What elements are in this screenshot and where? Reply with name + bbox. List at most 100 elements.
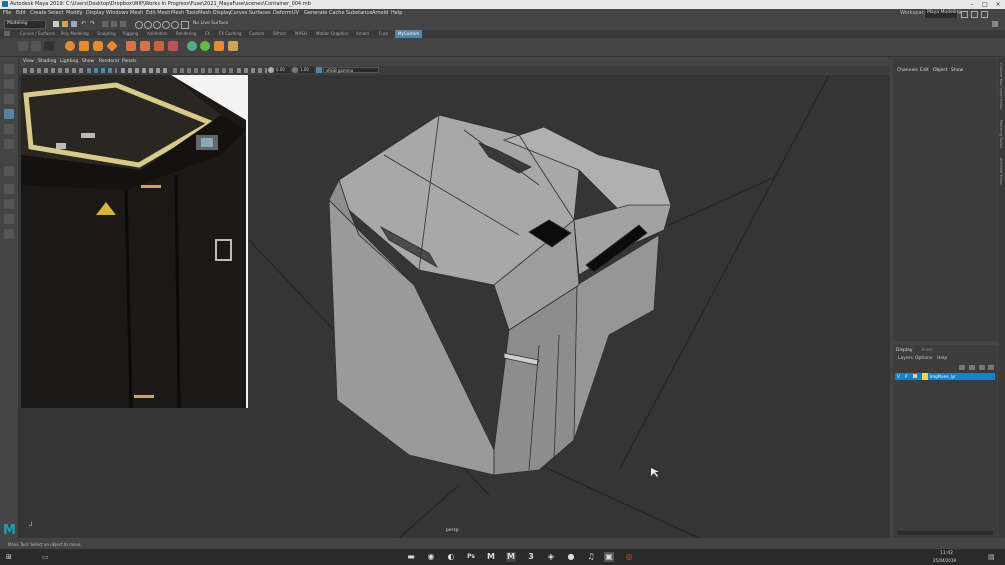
headset-icon[interactable]: ♫ (586, 552, 596, 562)
menu-substance[interactable]: Substance (346, 10, 372, 16)
open-scene-icon[interactable] (62, 21, 68, 27)
shelf-tab-fx[interactable]: FX (205, 31, 210, 36)
channel-menu-object[interactable]: Object (933, 68, 948, 73)
new-layer-icon[interactable] (979, 365, 985, 370)
snap-grid-icon[interactable] (135, 21, 143, 29)
smooth-icon[interactable] (187, 41, 197, 51)
layer-menu-layers[interactable]: Layers (898, 356, 913, 361)
history-icon[interactable] (181, 21, 189, 29)
menu-edit[interactable]: Edit (16, 10, 26, 16)
obs-icon[interactable]: ◎ (624, 552, 634, 562)
mode-dropdown[interactable]: Modeling (4, 20, 46, 29)
shelf-tab-fx-caching[interactable]: FX Caching (219, 31, 241, 36)
maximize-icon[interactable]: □ (979, 0, 991, 9)
layer-playback-toggle[interactable]: P (905, 374, 907, 379)
menu-arnold[interactable]: Arnold (372, 10, 388, 16)
menu-curves[interactable]: Curves (230, 10, 247, 16)
shelf-tab-animation[interactable]: Animation (147, 31, 167, 36)
poly-cone-icon[interactable] (106, 40, 118, 52)
boolean-icon[interactable] (168, 41, 178, 51)
shading-mode-icons[interactable] (121, 68, 169, 73)
paint-select-icon[interactable] (4, 94, 14, 104)
four-view-icon[interactable] (4, 199, 14, 209)
single-view-icon[interactable] (4, 184, 14, 194)
menu-cache[interactable]: Cache (329, 10, 345, 16)
photoshop-icon[interactable]: Ps (466, 552, 476, 562)
redo-icon[interactable]: ↷ (90, 21, 96, 27)
panel-menu-renderer[interactable]: Renderer (99, 59, 120, 64)
snap-point-icon[interactable] (153, 21, 161, 29)
substance-icon[interactable]: ◈ (546, 552, 556, 562)
close-icon[interactable]: × (992, 0, 1004, 9)
isolate-icons[interactable] (237, 68, 267, 73)
color-management-icon[interactable] (316, 67, 322, 73)
shelf-tab-fuse[interactable]: Fuse (379, 31, 388, 36)
layer-row[interactable]: V P ImgPlane_lyr (895, 373, 995, 380)
snap-surface-icon[interactable] (171, 21, 179, 29)
layer-tab-display[interactable]: Display (896, 348, 913, 353)
maya-icon[interactable]: M (486, 552, 496, 562)
rotate-tool-icon[interactable] (4, 124, 14, 134)
separate-icon[interactable] (140, 41, 150, 51)
menu-file[interactable]: File (3, 10, 11, 16)
minimize-icon[interactable]: – (966, 0, 978, 9)
shelf-menu-icon[interactable] (4, 31, 10, 36)
menu-edit-mesh[interactable]: Edit Mesh (146, 10, 170, 16)
panel-layout-icon-2[interactable] (971, 11, 978, 18)
snap-curve-icon[interactable] (144, 21, 152, 29)
grid-display-icons[interactable] (87, 68, 117, 73)
two-view-icon[interactable] (4, 214, 14, 224)
snap-view-icon[interactable] (162, 21, 170, 29)
shelf-tab-mycustom[interactable]: MyCustom (395, 30, 423, 38)
side-tab-channel-box[interactable]: Channel Box / Layer Editor (999, 63, 1003, 110)
channel-menu-channels[interactable]: Channels (897, 68, 918, 73)
mesh-tool-icon-3[interactable] (44, 41, 54, 51)
new-layer-selected-icon[interactable] (988, 365, 994, 370)
select-tool-icon[interactable] (4, 64, 14, 74)
poly-cube-icon[interactable] (79, 41, 89, 51)
new-scene-icon[interactable] (53, 21, 59, 27)
shelf-tab-rendering[interactable]: Rendering (176, 31, 196, 36)
layer-color-swatch[interactable] (922, 373, 928, 380)
layer-tab-anim[interactable]: Anim (921, 348, 933, 353)
last-tool-icon[interactable] (4, 166, 14, 176)
menu-generate[interactable]: Generate (304, 10, 327, 16)
shelf-tab-curves[interactable]: Curves / Surfaces (20, 31, 55, 36)
save-scene-icon[interactable] (71, 21, 77, 27)
channel-menu-edit[interactable]: Edit (920, 68, 929, 73)
toolbox-toggle-icon[interactable] (992, 21, 998, 27)
mesh-tool-icon-2[interactable] (31, 41, 41, 51)
bridge-icon[interactable] (228, 41, 238, 51)
menu-display[interactable]: Display (86, 10, 104, 16)
menu-mesh-tools[interactable]: Mesh Tools (171, 10, 198, 16)
three-icon[interactable]: 3 (526, 552, 536, 562)
select-component-icon[interactable] (120, 21, 126, 27)
panel-menu-panels[interactable]: Panels (122, 59, 136, 64)
chrome-icon[interactable]: ◉ (426, 552, 436, 562)
gamma-field[interactable]: 1.00 (299, 67, 314, 73)
scale-tool-icon[interactable] (4, 139, 14, 149)
menu-select[interactable]: Select (48, 10, 63, 16)
shelf-tab-poly[interactable]: Poly Modeling (61, 31, 89, 36)
menu-surfaces[interactable]: Surfaces (249, 10, 271, 16)
display-options-icons[interactable] (173, 68, 233, 73)
shelf-tab-mash[interactable]: MASH (295, 31, 307, 36)
smooth-proxy-icon[interactable] (200, 41, 210, 51)
panel-menu-shading[interactable]: Shading (38, 59, 56, 64)
shelf-tab-rigging[interactable]: Rigging (123, 31, 138, 36)
notification-icon[interactable]: ▤ (988, 553, 996, 561)
menu-uv[interactable]: UV (292, 10, 299, 16)
menu-deform[interactable]: Deform (273, 10, 292, 16)
bevel-icon[interactable] (214, 41, 224, 51)
move-layer-down-icon[interactable] (969, 365, 975, 370)
shelf-tab-arnold[interactable]: Arnold (356, 31, 369, 36)
layer-display-type-icon[interactable] (913, 374, 917, 378)
layer-menu-help[interactable]: Help (937, 356, 947, 361)
shelf-tab-bifrost[interactable]: Bifrost (273, 31, 286, 36)
shelf-tab-motion-graphics[interactable]: Motion Graphics (316, 31, 349, 36)
viewport[interactable]: persp ⅃ (19, 75, 890, 538)
panel-layout-icon-3[interactable] (981, 11, 988, 18)
mesh-tool-icon[interactable] (18, 41, 28, 51)
panel-menu-lighting[interactable]: Lighting (60, 59, 78, 64)
channel-menu-show[interactable]: Show (951, 68, 963, 73)
